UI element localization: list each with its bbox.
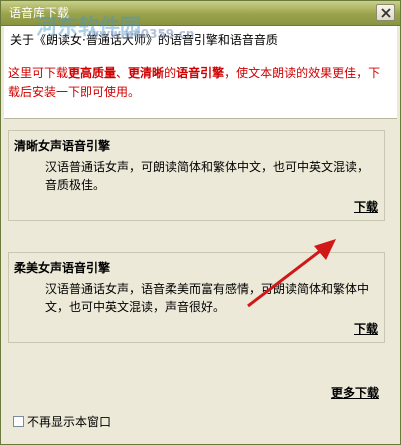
desc-separator: 、 [116, 66, 129, 80]
card-title: 清晰女声语音引擎 [14, 139, 111, 153]
dont-show-label: 不再显示本窗口 [27, 415, 112, 429]
desc-mid: 的 [164, 66, 177, 80]
title-bar[interactable]: 语音库下载 [1, 1, 400, 26]
desc-emphasis-clear: 更清晰 [128, 66, 165, 80]
header-title: 关于《朗读女·普通话大师》的语音引擎和语音音质 [10, 33, 278, 47]
desc-emphasis-quality: 更高质量 [68, 66, 117, 80]
download-link-clear[interactable]: 下载 [354, 198, 378, 215]
voice-card-clear: 清晰女声语音引擎 汉语普通话女声，可朗读简体和繁体中文，也可中英文混读，音质极佳… [8, 130, 385, 221]
close-button[interactable] [376, 4, 395, 21]
header-description: 这里可下载更高质量、更清晰的语音引擎，使文本朗读的效果更佳，下载后安装一下即可使… [8, 64, 392, 102]
header-panel: 关于《朗读女·普通话大师》的语音引擎和语音音质 这里可下载更高质量、更清晰的语音… [4, 26, 397, 119]
card-description: 汉语普通话女声，可朗读简体和繁体中文，也可中英文混读，音质极佳。 [45, 160, 370, 192]
dont-show-checkbox[interactable] [13, 416, 24, 427]
desc-prefix: 这里可下载 [8, 66, 69, 80]
close-icon [381, 8, 391, 18]
more-downloads-link[interactable]: 更多下载 [331, 384, 379, 401]
download-link-soft[interactable]: 下载 [354, 320, 378, 337]
window-title: 语音库下载 [9, 6, 70, 20]
dialog-window: 语音库下载 关于《朗读女·普通话大师》的语音引擎和语音音质 这里可下载更高质量、… [0, 0, 401, 445]
desc-emphasis-engine: 语音引擎 [176, 66, 225, 80]
dont-show-again-option[interactable]: 不再显示本窗口 [13, 413, 111, 430]
voice-card-soft: 柔美女声语音引擎 汉语普通话女声，语音柔美而富有感情，可朗读简体和繁体中文，也可… [8, 252, 385, 343]
card-description: 汉语普通话女声，语音柔美而富有感情，可朗读简体和繁体中文，也可中英文混读，声音很… [45, 282, 370, 314]
card-title: 柔美女声语音引擎 [14, 261, 111, 275]
